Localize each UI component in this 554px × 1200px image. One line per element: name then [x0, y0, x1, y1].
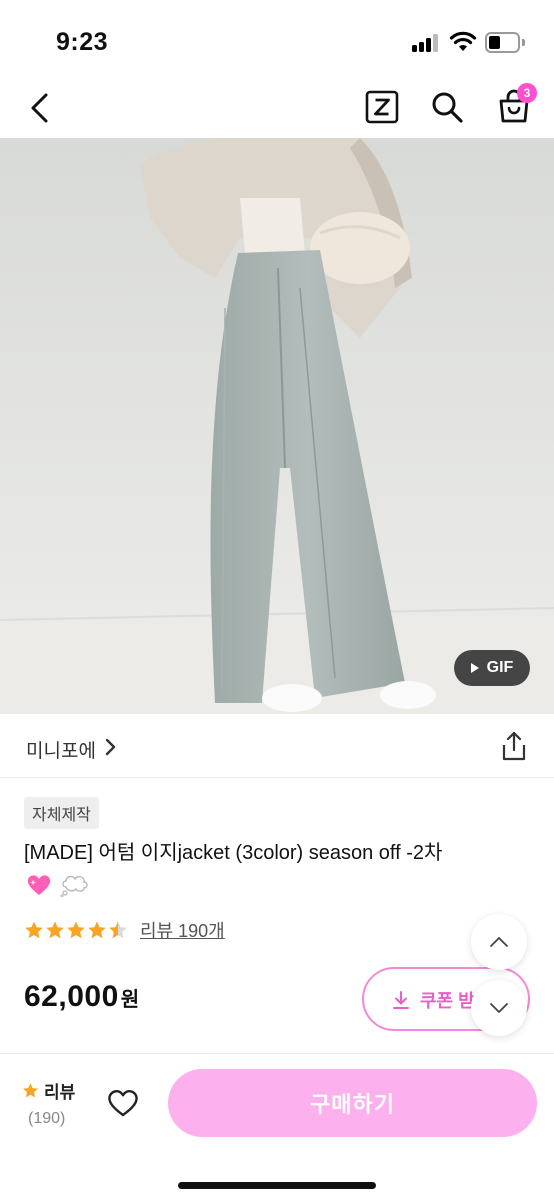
gif-label: GIF: [486, 659, 514, 676]
price-row: 62,000 원: [24, 980, 139, 1014]
rating-row: 리뷰 190개: [24, 916, 225, 944]
cellular-signal-icon: [412, 34, 440, 52]
zigzag-z-icon[interactable]: [365, 90, 399, 124]
download-icon: [393, 991, 409, 1009]
gif-badge[interactable]: GIF: [454, 650, 530, 686]
home-indicator: [178, 1182, 376, 1189]
coupon-label: 쿠폰 받: [420, 991, 475, 1011]
sparkling-heart-icon: [27, 875, 51, 895]
share-icon[interactable]: [500, 730, 528, 762]
buy-button[interactable]: 구매하기: [168, 1069, 537, 1137]
price-unit: 원: [120, 989, 140, 1011]
star-icon: [23, 1083, 38, 1098]
status-bar: 9:23: [0, 0, 554, 80]
play-icon: [470, 663, 479, 673]
bottom-review-label: 리뷰: [44, 1083, 76, 1102]
back-icon[interactable]: [26, 92, 56, 124]
store-name[interactable]: 미니포에: [26, 736, 96, 763]
rating-stars: [24, 920, 128, 940]
bottom-review-count: (190): [28, 1110, 66, 1127]
nav-bar: [0, 80, 554, 138]
half-star-icon: [109, 921, 127, 939]
title-emoji-row: [26, 870, 90, 900]
made-badge: 자체제작: [24, 797, 99, 829]
star-icon: [46, 921, 64, 939]
scroll-to-top-button[interactable]: [471, 914, 527, 970]
status-time: 9:23: [56, 28, 109, 56]
heart-outline-icon[interactable]: [106, 1088, 140, 1118]
bottom-purchase-bar: 리뷰 (190) 구매하기: [0, 1053, 554, 1200]
cart-count-badge: 3: [517, 83, 537, 103]
search-icon[interactable]: [430, 90, 464, 124]
wifi-icon: [449, 31, 477, 51]
star-icon: [67, 921, 85, 939]
chevron-right-icon: [105, 738, 116, 756]
chevron-up-icon: [490, 937, 508, 947]
thought-bubble-icon: [60, 875, 88, 897]
battery-icon: [485, 32, 525, 54]
bottom-review-summary[interactable]: 리뷰: [22, 1078, 75, 1103]
product-title: [MADE] 어텀 이지jacket (3color) season off -…: [24, 842, 443, 864]
product-image[interactable]: [0, 138, 554, 714]
store-row[interactable]: 미니포에: [0, 714, 554, 778]
star-icon: [88, 921, 106, 939]
price-value: 62,000: [24, 980, 119, 1013]
star-icon: [25, 921, 43, 939]
product-photo: [0, 138, 554, 714]
review-count-link[interactable]: 리뷰 190개: [140, 917, 225, 943]
chevron-down-icon: [490, 1003, 508, 1013]
scroll-to-bottom-button[interactable]: [471, 980, 527, 1036]
